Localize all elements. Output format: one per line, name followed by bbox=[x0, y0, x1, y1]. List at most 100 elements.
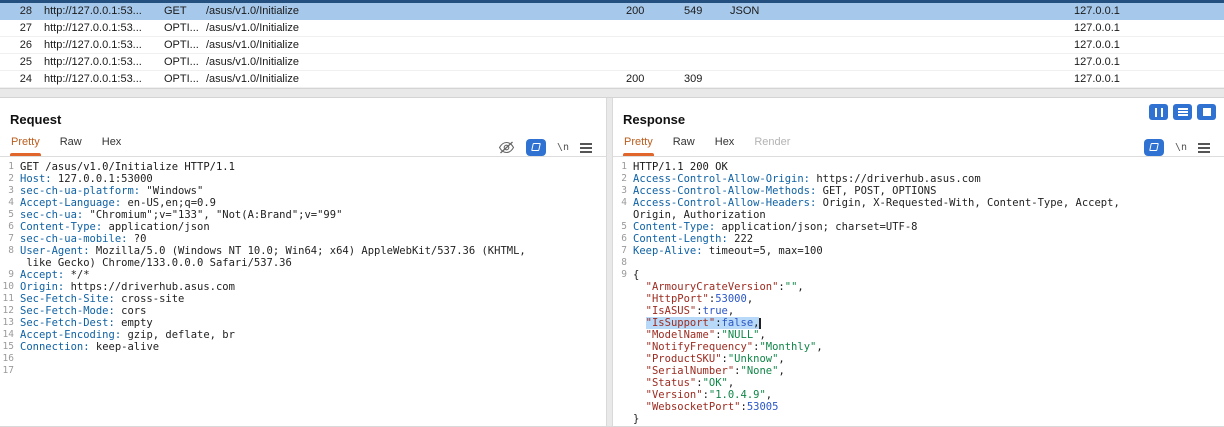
line-text: Content-Length: 222 bbox=[633, 233, 753, 245]
code-line: 16 bbox=[0, 353, 606, 365]
tab-pretty[interactable]: Pretty bbox=[623, 130, 654, 156]
cell-method: OPTI... bbox=[164, 71, 206, 87]
syntax-highlight-toggle-icon[interactable] bbox=[1144, 139, 1164, 156]
cell-spacer bbox=[788, 3, 1074, 19]
line-number bbox=[0, 257, 20, 269]
response-panel: Response PrettyRawHexRender \n 1HTTP/1.1… bbox=[613, 98, 1224, 427]
code-line: 8User-Agent: Mozilla/5.0 (Windows NT 10.… bbox=[0, 245, 606, 257]
line-number: 2 bbox=[0, 173, 20, 185]
history-row[interactable]: 24http://127.0.0.1:53...OPTI.../asus/v1.… bbox=[0, 71, 1224, 88]
line-number bbox=[613, 329, 633, 341]
line-text: Content-Type: application/json; charset=… bbox=[633, 221, 917, 233]
cell-mime bbox=[730, 71, 788, 87]
code-line: 14Accept-Encoding: gzip, deflate, br bbox=[0, 329, 606, 341]
response-editor[interactable]: 1HTTP/1.1 200 OK2Access-Control-Allow-Or… bbox=[613, 157, 1224, 427]
code-line: 6Content-Length: 222 bbox=[613, 233, 1224, 245]
cell-spacer bbox=[788, 54, 1074, 70]
history-row[interactable]: 27http://127.0.0.1:53...OPTI.../asus/v1.… bbox=[0, 20, 1224, 37]
request-editor[interactable]: 1GET /asus/v1.0/Initialize HTTP/1.12Host… bbox=[0, 157, 606, 427]
line-text: Access-Control-Allow-Methods: GET, POST,… bbox=[633, 185, 936, 197]
history-row[interactable]: 25http://127.0.0.1:53...OPTI.../asus/v1.… bbox=[0, 54, 1224, 71]
request-tab-icons: \n bbox=[498, 139, 592, 156]
cell-status bbox=[626, 20, 684, 36]
history-row[interactable]: 26http://127.0.0.1:53...OPTI.../asus/v1.… bbox=[0, 37, 1224, 54]
tab-raw[interactable]: Raw bbox=[59, 130, 83, 156]
stop-glyph bbox=[1203, 108, 1211, 116]
cell-host: http://127.0.0.1:53... bbox=[36, 71, 164, 87]
history-row[interactable]: 28http://127.0.0.1:53...GET/asus/v1.0/In… bbox=[0, 3, 1224, 20]
cell-num: 24 bbox=[0, 71, 36, 87]
show-newlines-icon[interactable]: \n bbox=[1175, 142, 1187, 153]
line-text: "IsASUS":true, bbox=[633, 305, 734, 317]
line-text: Access-Control-Allow-Headers: Origin, X-… bbox=[633, 197, 1120, 209]
line-number bbox=[613, 317, 633, 329]
line-number: 9 bbox=[0, 269, 20, 281]
code-line: 5Content-Type: application/json; charset… bbox=[613, 221, 1224, 233]
cell-status: 200 bbox=[626, 71, 684, 87]
show-newlines-icon[interactable]: \n bbox=[557, 142, 569, 153]
editor-menu-icon[interactable] bbox=[580, 147, 592, 149]
line-number: 14 bbox=[0, 329, 20, 341]
line-text: Sec-Fetch-Dest: empty bbox=[20, 317, 153, 329]
proxy-http-history-screen: 28http://127.0.0.1:53...GET/asus/v1.0/In… bbox=[0, 0, 1224, 427]
line-text: Keep-Alive: timeout=5, max=100 bbox=[633, 245, 823, 257]
tab-hex[interactable]: Hex bbox=[101, 130, 123, 156]
vertical-splitter[interactable] bbox=[606, 98, 613, 427]
cell-ip: 127.0.0.1 bbox=[1074, 37, 1224, 53]
code-line: "ArmouryCrateVersion":"", bbox=[613, 281, 1224, 293]
line-text: Accept-Encoding: gzip, deflate, br bbox=[20, 329, 235, 341]
cell-mime bbox=[730, 37, 788, 53]
cell-host: http://127.0.0.1:53... bbox=[36, 20, 164, 36]
line-number: 6 bbox=[0, 221, 20, 233]
editor-menu-icon[interactable] bbox=[1198, 147, 1210, 149]
line-text: { bbox=[633, 269, 639, 281]
line-number: 1 bbox=[613, 161, 633, 173]
code-line: 1HTTP/1.1 200 OK bbox=[613, 161, 1224, 173]
code-line: like Gecko) Chrome/133.0.0.0 Safari/537.… bbox=[0, 257, 606, 269]
line-text: "Version":"1.0.4.9", bbox=[633, 389, 772, 401]
code-line: 15Connection: keep-alive bbox=[0, 341, 606, 353]
cell-num: 27 bbox=[0, 20, 36, 36]
line-text: "HttpPort":53000, bbox=[633, 293, 753, 305]
cell-status: 200 bbox=[626, 3, 684, 19]
eye-slash-icon[interactable] bbox=[498, 141, 515, 154]
line-number: 13 bbox=[0, 317, 20, 329]
code-line: 7Keep-Alive: timeout=5, max=100 bbox=[613, 245, 1224, 257]
hamburger-glyph bbox=[580, 147, 592, 149]
hamburger-glyph bbox=[1198, 147, 1210, 149]
line-number: 7 bbox=[0, 233, 20, 245]
line-number bbox=[613, 365, 633, 377]
line-text: Accept: */* bbox=[20, 269, 90, 281]
stop-icon[interactable] bbox=[1197, 104, 1216, 120]
tab-pretty[interactable]: Pretty bbox=[10, 130, 41, 156]
line-text: GET /asus/v1.0/Initialize HTTP/1.1 bbox=[20, 161, 235, 173]
list-icon[interactable] bbox=[1173, 104, 1192, 120]
tab-hex[interactable]: Hex bbox=[714, 130, 736, 156]
code-line: "IsSupport":false, bbox=[613, 317, 1224, 329]
cell-method: OPTI... bbox=[164, 37, 206, 53]
pen-glyph bbox=[1149, 143, 1159, 151]
cell-length: 549 bbox=[684, 3, 730, 19]
cell-spacer bbox=[788, 20, 1074, 36]
cell-num: 26 bbox=[0, 37, 36, 53]
code-line: 6Content-Type: application/json bbox=[0, 221, 606, 233]
line-text: "Status":"OK", bbox=[633, 377, 734, 389]
list-glyph bbox=[1178, 111, 1188, 113]
syntax-highlight-toggle-icon[interactable] bbox=[526, 139, 546, 156]
tab-render[interactable]: Render bbox=[753, 130, 791, 156]
horizontal-splitter[interactable] bbox=[0, 88, 1224, 98]
pause-icon[interactable] bbox=[1149, 104, 1168, 120]
code-line: "NotifyFrequency":"Monthly", bbox=[613, 341, 1224, 353]
line-number: 4 bbox=[0, 197, 20, 209]
line-number bbox=[613, 413, 633, 425]
cell-length bbox=[684, 37, 730, 53]
line-text: Content-Type: application/json bbox=[20, 221, 210, 233]
line-number bbox=[613, 305, 633, 317]
line-text: Origin, Authorization bbox=[633, 209, 766, 221]
http-history-table: 28http://127.0.0.1:53...GET/asus/v1.0/In… bbox=[0, 3, 1224, 88]
cell-url: /asus/v1.0/Initialize bbox=[206, 37, 626, 53]
tab-raw[interactable]: Raw bbox=[672, 130, 696, 156]
code-line: 13Sec-Fetch-Dest: empty bbox=[0, 317, 606, 329]
cell-ip: 127.0.0.1 bbox=[1074, 71, 1224, 87]
line-text: "IsSupport":false, bbox=[633, 317, 761, 329]
